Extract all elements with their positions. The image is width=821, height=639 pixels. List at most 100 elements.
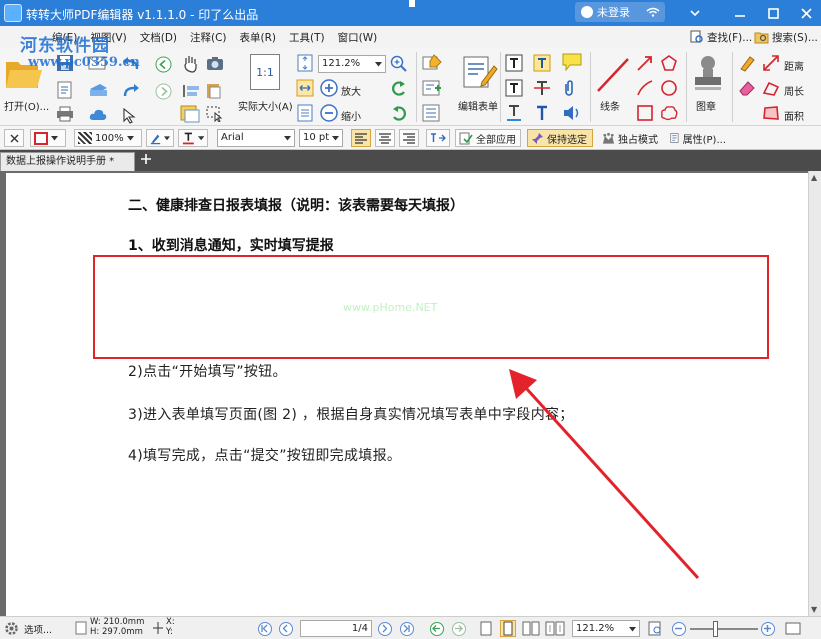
highlighter-icon[interactable] xyxy=(738,54,756,72)
open-folder-icon[interactable] xyxy=(4,56,44,92)
underline-text-icon[interactable] xyxy=(505,104,523,122)
print-icon[interactable] xyxy=(56,106,74,122)
scan-icon[interactable] xyxy=(88,83,108,97)
edit-form-icon[interactable] xyxy=(460,54,498,90)
distance-icon[interactable] xyxy=(762,54,780,72)
status-zoom-select[interactable]: 121.2% xyxy=(572,620,640,637)
continuous-page-icon[interactable] xyxy=(500,620,516,637)
facing-pages-icon[interactable] xyxy=(522,621,540,636)
actual-size-icon[interactable]: 1:1 xyxy=(250,54,280,90)
fit-width-icon[interactable] xyxy=(296,79,314,97)
clear-format-button[interactable] xyxy=(4,129,24,147)
email-icon[interactable] xyxy=(88,56,106,70)
align-center-button[interactable] xyxy=(375,129,395,147)
select-text-icon[interactable] xyxy=(182,83,200,99)
snapshot-icon[interactable] xyxy=(180,105,200,123)
maximize-button[interactable] xyxy=(758,0,788,26)
strikeout-icon[interactable] xyxy=(533,79,551,97)
last-page-button[interactable] xyxy=(400,622,414,636)
previous-page-button[interactable] xyxy=(279,622,293,636)
new-tab-button[interactable] xyxy=(139,152,153,168)
vertical-scrollbar[interactable]: ▲ ▼ xyxy=(808,171,821,616)
attach-icon[interactable] xyxy=(562,79,576,97)
stamp-label[interactable]: 图章 xyxy=(696,98,716,113)
next-page-button[interactable] xyxy=(378,622,392,636)
edit-form-label[interactable]: 编辑表单 xyxy=(458,98,498,113)
prev-view-icon[interactable] xyxy=(155,56,172,73)
forward-view-button[interactable] xyxy=(452,622,466,636)
gear-icon[interactable] xyxy=(4,621,19,636)
zoom-slider-track[interactable] xyxy=(690,628,758,630)
zoom-tool-icon[interactable] xyxy=(390,55,408,73)
minimize-button[interactable] xyxy=(725,0,755,26)
text-tool-icon[interactable] xyxy=(533,104,551,122)
apply-all-button[interactable]: 全部应用 xyxy=(455,129,521,147)
eraser-icon[interactable] xyxy=(738,79,756,97)
stamp-icon[interactable] xyxy=(692,54,724,92)
hand-tool-icon[interactable] xyxy=(182,54,199,73)
cloud-upload-icon[interactable] xyxy=(88,108,108,122)
font-size-select[interactable]: 10 pt xyxy=(299,129,343,147)
pdf-page[interactable]: 二、健康排查日报表填报（说明：该表需要每天填报） 1、收到消息通知，实时填写提报… xyxy=(6,173,808,616)
distance-label[interactable]: 距离 xyxy=(784,58,804,73)
menu-window[interactable]: 窗口(W) xyxy=(338,30,378,45)
undo-icon[interactable] xyxy=(122,56,140,72)
page-number-input[interactable]: 1/4 xyxy=(300,620,372,637)
perimeter-label[interactable]: 周长 xyxy=(784,83,804,98)
back-view-button[interactable] xyxy=(430,622,444,636)
properties-button[interactable]: 属性(P)... xyxy=(666,129,730,147)
typewriter-icon[interactable] xyxy=(533,54,551,72)
zoom-out-icon[interactable] xyxy=(320,104,338,122)
zoom-level-input[interactable]: 121.2% xyxy=(318,55,386,73)
highlight-color-picker[interactable] xyxy=(146,129,174,147)
sound-icon[interactable] xyxy=(562,104,582,122)
rectangle-tool-icon[interactable] xyxy=(636,104,654,122)
arrow-tool-icon[interactable] xyxy=(636,54,654,72)
text-box-icon[interactable] xyxy=(505,54,523,72)
scroll-down-icon[interactable]: ▼ xyxy=(811,605,817,614)
menu-comment[interactable]: 注释(C) xyxy=(190,30,227,45)
ellipse-tool-icon[interactable] xyxy=(660,79,678,97)
dropdown-menu-button[interactable] xyxy=(680,0,710,26)
form-list-icon[interactable] xyxy=(422,104,442,122)
fit-page-icon[interactable] xyxy=(296,54,314,72)
search-button[interactable]: 搜索(S)... xyxy=(754,28,818,46)
next-view-icon[interactable] xyxy=(155,83,172,100)
login-button[interactable]: 未登录 xyxy=(575,2,665,22)
fit-visible-icon[interactable] xyxy=(296,104,314,122)
select-area-icon[interactable] xyxy=(206,106,224,122)
rotate-right-icon[interactable] xyxy=(390,104,408,122)
text-color-picker[interactable] xyxy=(178,129,208,147)
line-tool-icon[interactable] xyxy=(595,56,631,94)
zoom-slider-thumb[interactable] xyxy=(713,621,718,637)
document-viewport[interactable]: 二、健康排查日报表填报（说明：该表需要每天填报） 1、收到消息通知，实时填写提报… xyxy=(0,171,821,616)
form-field-icon[interactable] xyxy=(422,79,442,97)
save-icon[interactable] xyxy=(56,54,74,72)
options-button[interactable]: 选项... xyxy=(24,622,52,636)
zoom-in-button[interactable] xyxy=(761,622,775,636)
exclusive-mode-button[interactable]: 独占模式 xyxy=(598,129,662,147)
menu-form[interactable]: 表单(R) xyxy=(240,30,277,45)
redo-icon[interactable] xyxy=(122,83,140,99)
zoom-tool-icon[interactable] xyxy=(648,621,663,636)
menu-tools[interactable]: 工具(T) xyxy=(289,30,325,45)
first-page-button[interactable] xyxy=(258,622,272,636)
callout-icon[interactable] xyxy=(505,79,523,97)
perimeter-icon[interactable] xyxy=(762,79,780,97)
close-button[interactable] xyxy=(791,0,821,26)
line-label[interactable]: 线条 xyxy=(600,98,620,113)
find-button[interactable]: 查找(F)... xyxy=(690,28,752,46)
polygon-tool-icon[interactable] xyxy=(660,54,678,72)
menu-edit[interactable]: 编(E) xyxy=(52,30,77,45)
zoom-out-button[interactable] xyxy=(672,622,686,636)
form-text-icon[interactable] xyxy=(422,54,442,72)
single-page-icon[interactable] xyxy=(480,621,492,636)
align-right-button[interactable] xyxy=(399,129,419,147)
zoom-out-label[interactable]: 缩小 xyxy=(341,108,361,123)
continuous-facing-icon[interactable] xyxy=(545,621,565,636)
menu-view[interactable]: 视图(V) xyxy=(90,30,126,45)
fullscreen-icon[interactable] xyxy=(785,622,801,635)
area-icon[interactable] xyxy=(762,104,780,122)
area-label[interactable]: 面积 xyxy=(784,108,804,123)
red-arrow-annotation[interactable] xyxy=(6,173,808,616)
